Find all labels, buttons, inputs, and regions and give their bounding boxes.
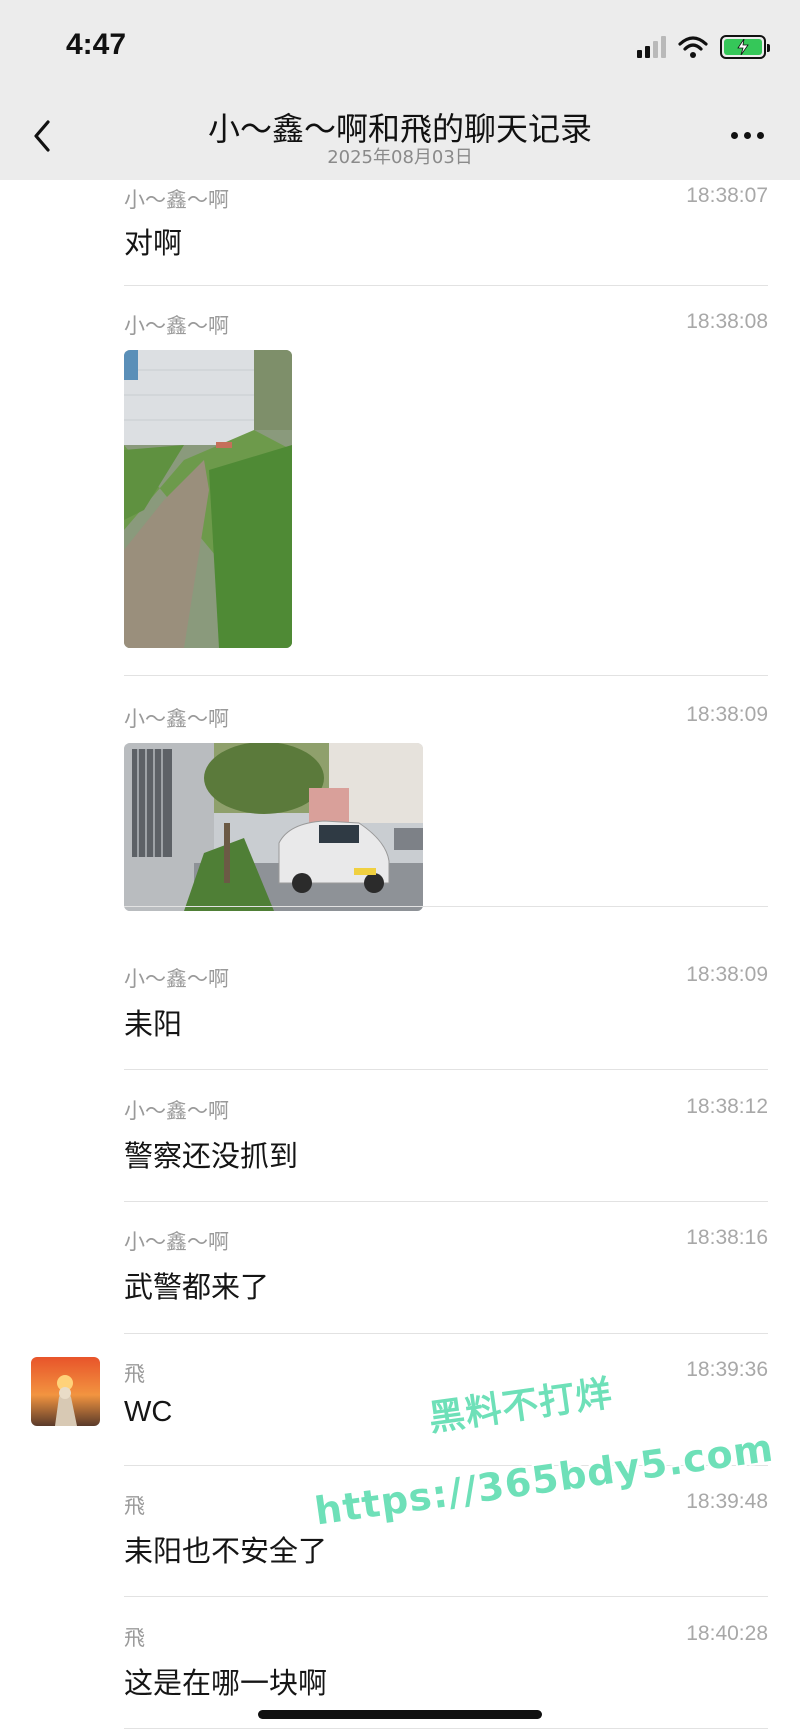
message-sender: 小～鑫～啊 [124, 188, 229, 212]
message-timestamp: 18:38:12 [686, 1095, 768, 1118]
message-timestamp: 18:40:28 [686, 1622, 768, 1645]
home-indicator [258, 1710, 542, 1719]
status-time: 4:47 [66, 28, 127, 61]
watermark-line-1: 黑料不打烊 [426, 1373, 616, 1440]
message-timestamp: 18:38:09 [686, 963, 768, 986]
status-icons [637, 34, 770, 60]
message-timestamp: 18:39:36 [686, 1358, 768, 1381]
avatar[interactable] [31, 1357, 100, 1426]
message-sender: 飛 [124, 1626, 145, 1650]
message-image-street-car[interactable] [124, 743, 423, 911]
navigation-header: 4:47 小～鑫～啊和飛的聊天记录 2025年08月03日 [0, 0, 800, 180]
watermark-line-2: https://365bdy5.com [312, 1425, 777, 1534]
message-text[interactable]: WC [124, 1396, 172, 1429]
message-timestamp: 18:38:09 [686, 703, 768, 726]
message-text[interactable]: 警察还没抓到 [124, 1133, 298, 1175]
wifi-icon [678, 36, 708, 58]
message-text[interactable]: 耒阳也不安全了 [124, 1528, 327, 1570]
message-timestamp: 18:38:08 [686, 310, 768, 333]
message-image-grass-path[interactable] [124, 350, 292, 648]
message-text[interactable]: 武警都来了 [124, 1264, 269, 1306]
message-sender: 飛 [124, 1494, 145, 1518]
message-sender: 小～鑫～啊 [124, 1230, 229, 1254]
message-sender: 小～鑫～啊 [124, 707, 229, 731]
message-sender: 飛 [124, 1362, 145, 1386]
message-sender: 小～鑫～啊 [124, 1099, 229, 1123]
message-sender: 小～鑫～啊 [124, 967, 229, 991]
message-text[interactable]: 对啊 [124, 220, 182, 262]
message-text[interactable]: 耒阳 [124, 1001, 182, 1043]
message-timestamp: 18:38:07 [686, 184, 768, 207]
chat-date: 2025年08月03日 [327, 147, 473, 168]
cellular-signal-icon [637, 36, 666, 58]
message-text[interactable]: 这是在哪一块啊 [124, 1660, 327, 1702]
battery-charging-icon [720, 35, 770, 59]
message-timestamp: 18:38:16 [686, 1226, 768, 1249]
more-options-icon[interactable] [731, 132, 764, 139]
message-sender: 小～鑫～啊 [124, 314, 229, 338]
message-timestamp: 18:39:48 [686, 1490, 768, 1513]
